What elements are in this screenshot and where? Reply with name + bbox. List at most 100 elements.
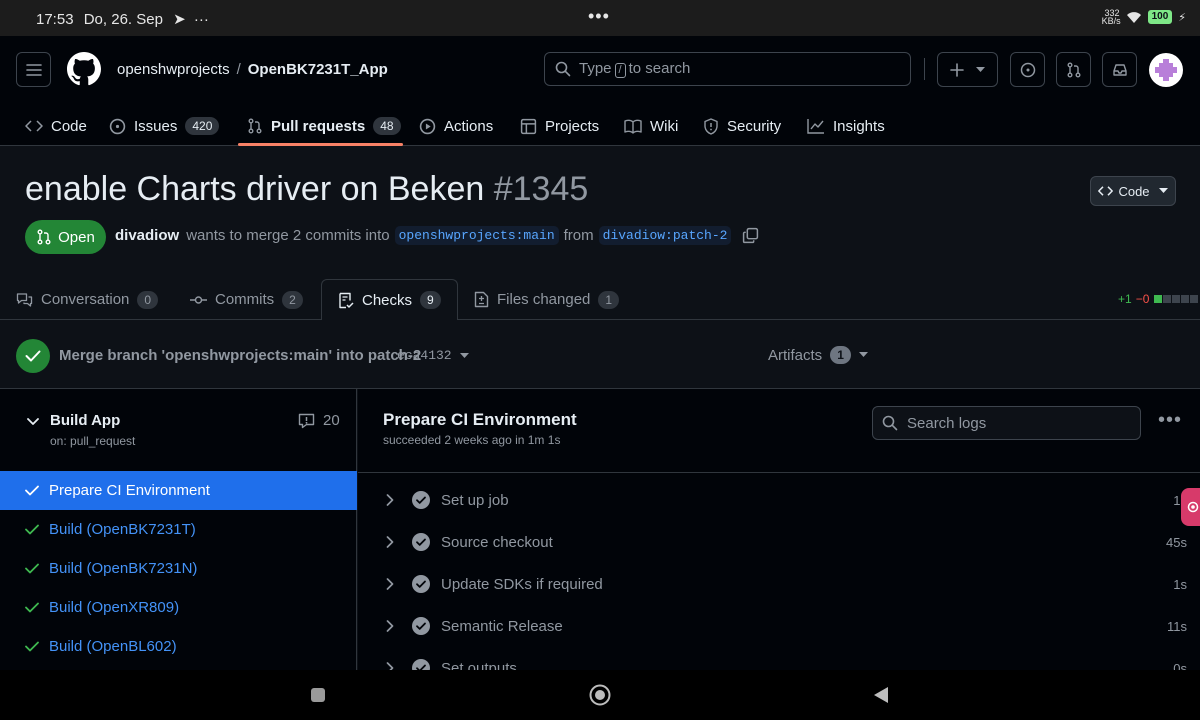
- tab-commits[interactable]: Commits 2: [190, 279, 303, 320]
- issues-counter: 420: [185, 117, 220, 135]
- pull-requests-button[interactable]: [1056, 52, 1091, 87]
- search-logs-placeholder: Search logs: [907, 414, 987, 432]
- commit-message[interactable]: Merge branch 'openshwprojects:main' into…: [59, 347, 421, 364]
- step-row[interactable]: Update SDKs if required 1s: [358, 563, 1200, 605]
- tab-checks[interactable]: Checks 9: [321, 279, 458, 321]
- search-icon: [555, 61, 571, 77]
- base-branch[interactable]: openshwprojects:main: [394, 226, 559, 245]
- chevron-right-icon: [386, 494, 394, 506]
- tab-code[interactable]: Code: [25, 106, 87, 146]
- job-label: Build (OpenBL602): [49, 638, 177, 655]
- commits-counter: 2: [282, 290, 303, 309]
- pull-request-icon: [1067, 62, 1080, 77]
- job-item[interactable]: Build (OpenXR809): [0, 588, 357, 627]
- code-button[interactable]: Code: [1090, 176, 1176, 206]
- check-icon: [25, 602, 39, 613]
- repo-link[interactable]: OpenBK7231T_App: [248, 61, 388, 78]
- diffstat-bar: [1153, 295, 1199, 303]
- github-header: openshwprojects / OpenBK7231T_App Type / to …: [0, 36, 1200, 146]
- pr-state-badge: Open: [25, 220, 106, 254]
- pr-title: enable Charts driver on Beken #1345: [25, 170, 588, 209]
- create-new-button[interactable]: [937, 52, 998, 87]
- kebab-menu-button[interactable]: •••: [1158, 409, 1182, 432]
- step-row[interactable]: Set up job 1s: [358, 479, 1200, 521]
- search-prefix: Type: [579, 60, 612, 77]
- check-icon: [25, 350, 41, 362]
- check-icon: [25, 641, 39, 652]
- job-item[interactable]: Prepare CI Environment: [0, 471, 357, 510]
- pull-request-icon: [37, 229, 51, 245]
- tab-actions[interactable]: Actions: [419, 106, 493, 146]
- menu-button[interactable]: [16, 52, 51, 87]
- breadcrumb: openshwprojects / OpenBK7231T_App: [117, 61, 388, 78]
- tab-commits-label: Commits: [215, 291, 275, 308]
- tab-wiki[interactable]: Wiki: [624, 106, 678, 146]
- workflow-trigger: on: pull_request: [50, 434, 136, 448]
- comment-discussion-icon: [16, 292, 33, 307]
- chevron-right-icon: [386, 578, 394, 590]
- wifi-icon: [1126, 11, 1141, 23]
- commit-sha-selector[interactable]: eca4132: [397, 348, 469, 363]
- user-avatar[interactable]: [1149, 53, 1183, 87]
- check-circle-icon: [412, 533, 430, 551]
- pr-title-text: enable Charts driver on Beken: [25, 170, 485, 208]
- copy-icon[interactable]: [742, 227, 759, 244]
- step-name: Update SDKs if required: [441, 575, 603, 593]
- tab-projects[interactable]: Projects: [520, 106, 599, 146]
- breadcrumb-separator: /: [236, 61, 241, 78]
- job-list: Prepare CI Environment Build (OpenBK7231…: [0, 471, 357, 666]
- step-row[interactable]: Semantic Release 11s: [358, 605, 1200, 647]
- owner-link[interactable]: openshwprojects: [117, 61, 230, 78]
- status-date: Do, 26. Sep: [83, 11, 163, 28]
- multiwindow-dots[interactable]: •••: [588, 6, 610, 27]
- pr-meta-from: from: [563, 227, 594, 244]
- step-row[interactable]: Source checkout 45s: [358, 521, 1200, 563]
- job-item[interactable]: Build (OpenBL602): [0, 627, 357, 666]
- step-list: Set up job 1s Source checkout 45s Update…: [358, 479, 1200, 689]
- chevron-down-icon[interactable]: [27, 418, 39, 426]
- checklist-icon: [339, 292, 354, 308]
- step-name: Semantic Release: [441, 617, 563, 635]
- back-icon[interactable]: [873, 686, 889, 704]
- git-commit-icon: [190, 295, 207, 304]
- tab-issues[interactable]: Issues 420: [109, 106, 220, 146]
- charging-icon: ⚡: [1178, 11, 1186, 24]
- inbox-button[interactable]: [1102, 52, 1137, 87]
- book-icon: [624, 119, 642, 134]
- artifacts-dropdown[interactable]: Artifacts 1: [768, 346, 868, 364]
- tab-conversation-label: Conversation: [41, 291, 130, 308]
- issue-icon: [109, 118, 126, 134]
- tab-issues-label: Issues: [134, 117, 178, 135]
- workflow-name[interactable]: Build App: [50, 412, 120, 429]
- issues-button[interactable]: [1010, 52, 1045, 87]
- tab-security[interactable]: Security: [703, 106, 781, 146]
- telegram-icon: ➤: [173, 11, 186, 28]
- diff-additions: +1: [1118, 292, 1132, 306]
- search-logs-input[interactable]: Search logs: [872, 406, 1141, 440]
- github-logo[interactable]: [67, 52, 101, 86]
- check-icon: [25, 524, 39, 535]
- job-item[interactable]: Build (OpenBK7231N): [0, 549, 357, 588]
- floating-overlay-button[interactable]: [1181, 488, 1200, 526]
- job-label: Build (OpenXR809): [49, 599, 180, 616]
- caret-down-icon: [976, 66, 985, 72]
- battery-icon: 100: [1147, 10, 1173, 24]
- checks-counter: 9: [420, 291, 441, 309]
- search-input[interactable]: Type / to search: [544, 52, 911, 86]
- job-label: Build (OpenBK7231N): [49, 560, 198, 577]
- tab-pull-requests[interactable]: Pull requests 48: [247, 106, 401, 146]
- annotations-link[interactable]: 20: [298, 412, 340, 429]
- pr-author[interactable]: divadiow: [115, 227, 179, 244]
- tab-insights[interactable]: Insights: [807, 106, 885, 146]
- recents-icon[interactable]: [310, 687, 326, 703]
- workflow-sidebar: Build App on: pull_request 20 Prepare CI…: [0, 389, 357, 671]
- head-branch[interactable]: divadiow:patch-2: [598, 226, 732, 245]
- pull-requests-counter: 48: [373, 117, 401, 135]
- tab-insights-label: Insights: [833, 117, 885, 135]
- home-icon[interactable]: [589, 684, 611, 706]
- tab-conversation[interactable]: Conversation 0: [16, 279, 159, 320]
- tab-files-changed[interactable]: Files changed 1: [474, 279, 620, 320]
- inbox-icon: [1112, 63, 1127, 76]
- job-item[interactable]: Build (OpenBK7231T): [0, 510, 357, 549]
- pr-tabs: Conversation 0 Commits 2 Checks 9 Files …: [0, 279, 1200, 321]
